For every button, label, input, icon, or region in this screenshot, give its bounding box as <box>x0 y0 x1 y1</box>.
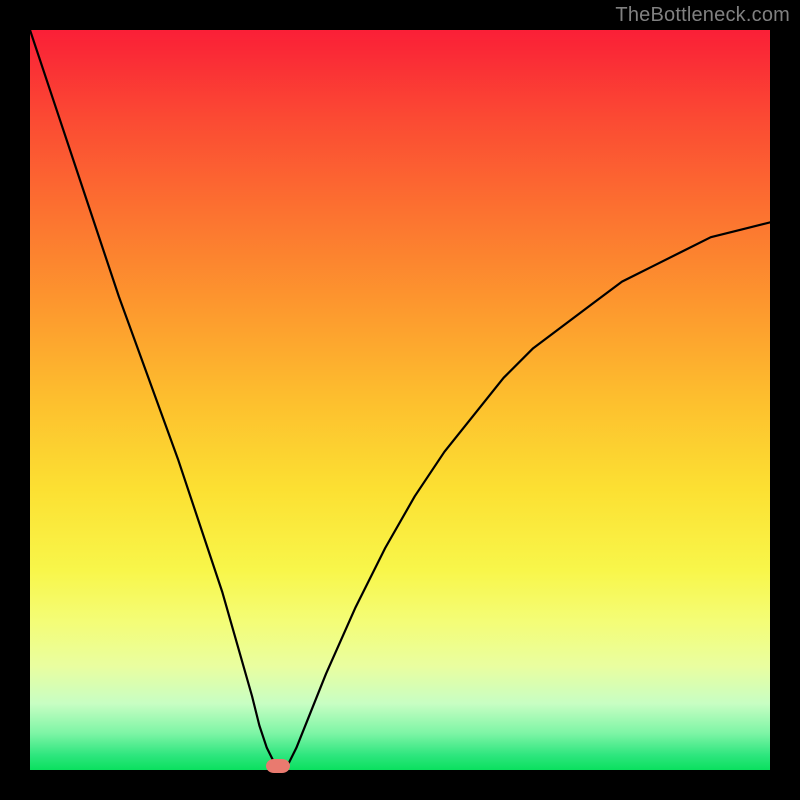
bottleneck-curve <box>30 30 770 770</box>
chart-frame: TheBottleneck.com <box>0 0 800 800</box>
watermark-text: TheBottleneck.com <box>615 4 790 27</box>
curve-path <box>30 30 770 770</box>
plot-area <box>30 30 770 770</box>
optimum-marker <box>266 759 290 773</box>
